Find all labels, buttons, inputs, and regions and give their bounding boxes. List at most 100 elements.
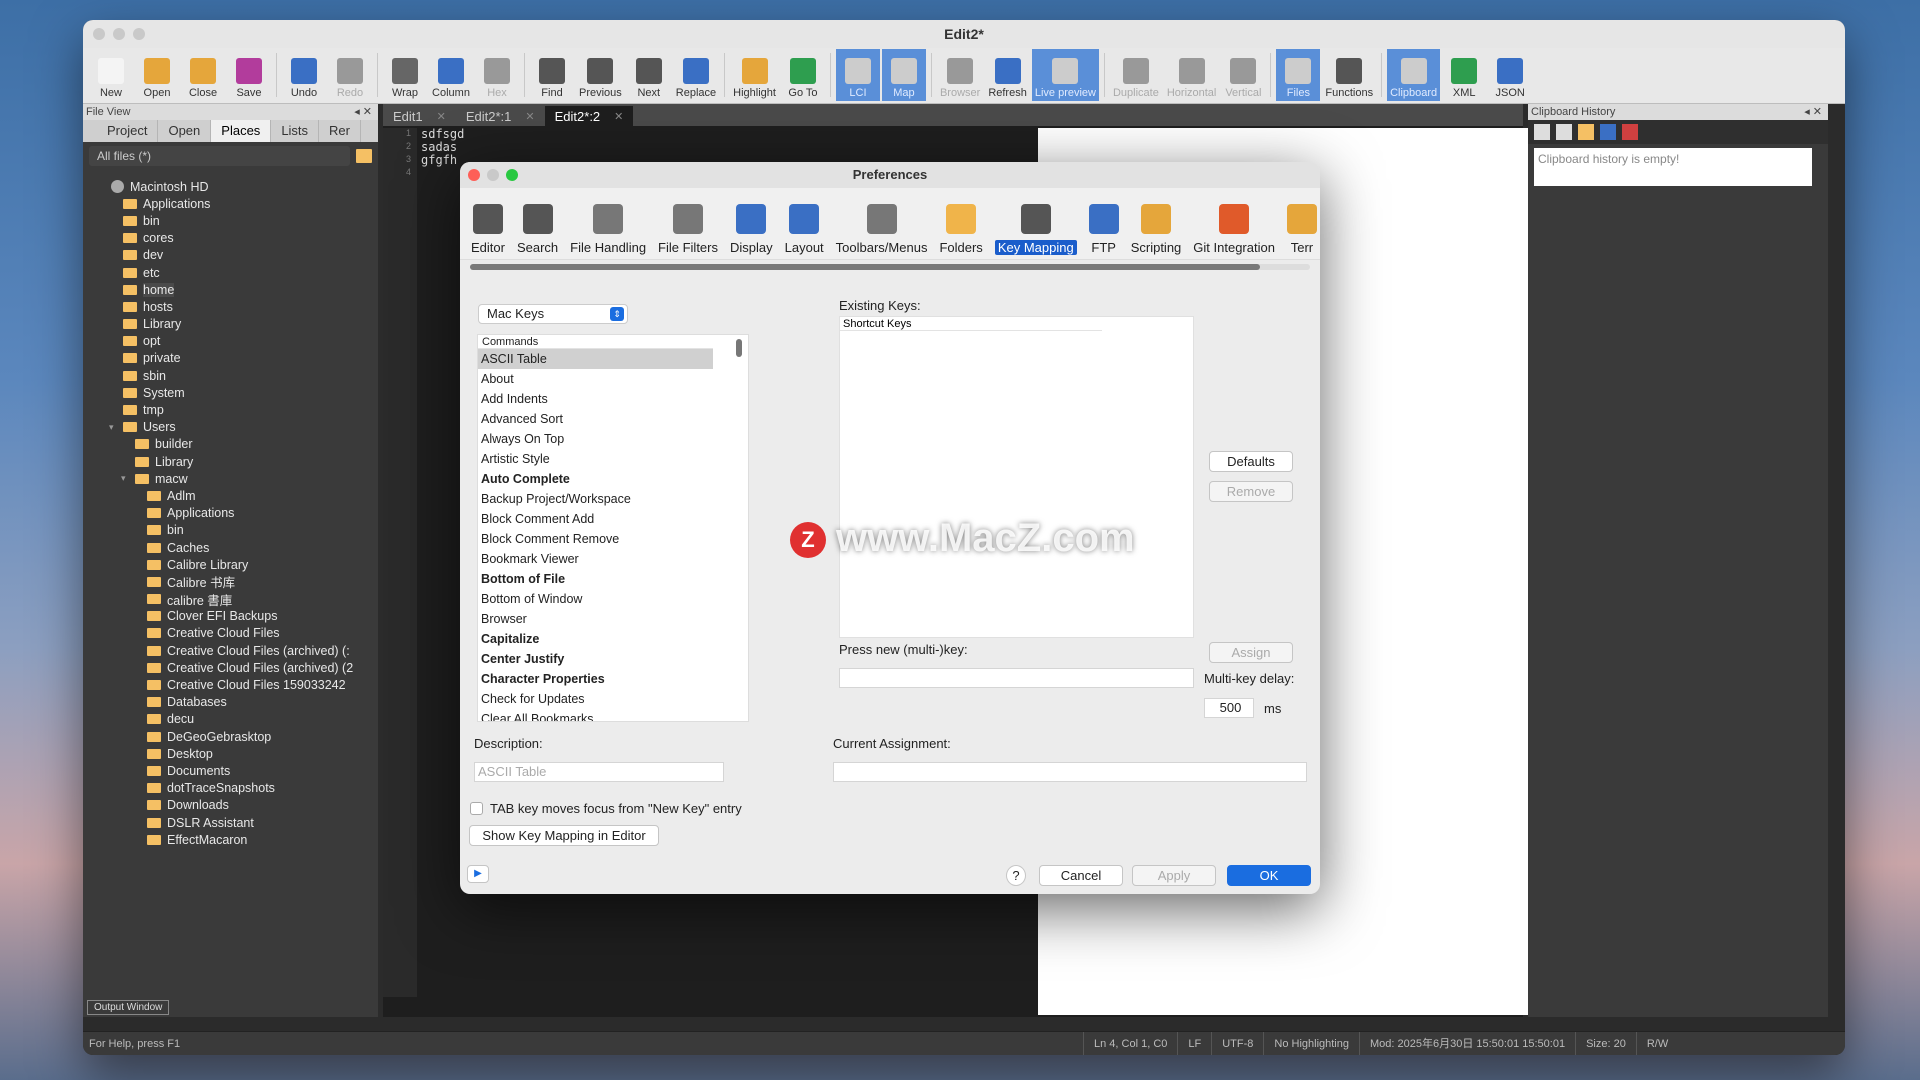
disclosure-icon[interactable]: ▶ — [467, 865, 489, 883]
copy-icon[interactable] — [1534, 124, 1550, 140]
editor-tab[interactable]: Edit1 ✕ — [383, 106, 456, 126]
clear-icon[interactable] — [1622, 124, 1638, 140]
tree-item[interactable]: Caches — [83, 539, 378, 556]
dialog-controls[interactable] — [468, 169, 518, 181]
tree-item[interactable]: tmp — [83, 401, 378, 418]
tree-item[interactable]: Creative Cloud Files 159033242 — [83, 676, 378, 693]
replace-button[interactable]: Replace — [673, 49, 719, 101]
tree-item[interactable]: Creative Cloud Files (archived) (: — [83, 642, 378, 659]
tree-item[interactable]: home — [83, 281, 378, 298]
column-button[interactable]: Column — [429, 49, 473, 101]
command-item[interactable]: Advanced Sort — [478, 409, 748, 429]
tree-item[interactable]: etc — [83, 264, 378, 281]
tree-item[interactable]: Calibre Library — [83, 556, 378, 573]
tree-item[interactable]: decu — [83, 711, 378, 728]
open-button[interactable]: Open — [135, 49, 179, 101]
tree-item[interactable]: dotTraceSnapshots — [83, 780, 378, 797]
tree-item[interactable]: Adlm — [83, 487, 378, 504]
tree-item[interactable]: DSLR Assistant — [83, 814, 378, 831]
help-button[interactable]: ? — [1006, 865, 1026, 886]
tree-item[interactable]: Creative Cloud Files (archived) (2 — [83, 659, 378, 676]
new-button[interactable]: New — [89, 49, 133, 101]
code-line[interactable]: gfgfh — [421, 154, 464, 167]
command-item[interactable]: Backup Project/Workspace — [478, 489, 748, 509]
horizontal-button[interactable]: Horizontal — [1164, 49, 1220, 101]
command-item[interactable]: Auto Complete — [478, 469, 748, 489]
keyset-select[interactable]: Mac Keys ⇕ — [478, 304, 628, 324]
tab-rer[interactable]: Rer — [319, 120, 361, 142]
command-item[interactable]: Artistic Style — [478, 449, 748, 469]
tree-item[interactable]: Downloads — [83, 797, 378, 814]
close-icon[interactable]: ◂ ✕ — [354, 104, 372, 120]
command-item[interactable]: Block Comment Add — [478, 509, 748, 529]
defaults-button[interactable]: Defaults — [1209, 451, 1293, 472]
blue-square-icon[interactable] — [1600, 124, 1616, 140]
close-button[interactable]: Close — [181, 49, 225, 101]
command-item[interactable]: Bottom of File — [478, 569, 748, 589]
folder-icon[interactable] — [1578, 124, 1594, 140]
category-layout[interactable]: Layout — [780, 204, 829, 259]
tree-item[interactable]: Calibre 书库 — [83, 573, 378, 590]
command-item[interactable]: Clear All Bookmarks — [478, 709, 748, 721]
commands-list[interactable]: Commands ASCII Table About Add Indents Adva… — [477, 334, 749, 722]
category-file-filters[interactable]: File Filters — [653, 204, 723, 259]
previous-button[interactable]: Previous — [576, 49, 625, 101]
apply-button[interactable]: Apply — [1132, 865, 1216, 886]
files-button[interactable]: Files — [1276, 49, 1321, 101]
command-item[interactable]: Check for Updates — [478, 689, 748, 709]
command-item[interactable]: Add Indents — [478, 389, 748, 409]
duplicate-button[interactable]: Duplicate — [1110, 49, 1162, 101]
paste-icon[interactable] — [1556, 124, 1572, 140]
tab-project[interactable]: Project — [97, 120, 159, 142]
folder-icon[interactable] — [356, 149, 372, 163]
tree-item[interactable]: System — [83, 384, 378, 401]
tree-item[interactable]: Documents — [83, 762, 378, 779]
disclosure-icon[interactable]: ▾ — [109, 422, 119, 433]
category-ftp[interactable]: FTP — [1084, 204, 1124, 259]
show-key-mapping-button[interactable]: Show Key Mapping in Editor — [469, 825, 659, 846]
command-item[interactable]: Block Comment Remove — [478, 529, 748, 549]
editor-tab[interactable]: Edit2*:2 ✕ — [544, 106, 634, 126]
close-icon[interactable]: ✕ — [437, 110, 446, 123]
category-folders[interactable]: Folders — [934, 204, 987, 259]
ok-button[interactable]: OK — [1227, 865, 1311, 886]
close-icon[interactable]: ✕ — [525, 110, 534, 123]
category-editor[interactable]: Editor — [466, 204, 510, 259]
close-icon[interactable]: ◂ ✕ — [1804, 104, 1822, 120]
highlight-button[interactable]: Highlight — [730, 49, 779, 101]
tree-item[interactable]: Applications — [83, 505, 378, 522]
category-toolbars-menus[interactable]: Toolbars/Menus — [831, 204, 933, 259]
command-item[interactable]: Browser — [478, 609, 748, 629]
cancel-button[interactable]: Cancel — [1039, 865, 1123, 886]
tab-open[interactable]: Open — [158, 120, 212, 142]
existing-keys-list[interactable]: Shortcut Keys — [839, 316, 1194, 638]
redo-button[interactable]: Redo — [328, 49, 372, 101]
category-git-integration[interactable]: Git Integration — [1188, 204, 1280, 259]
tree-item[interactable]: Library — [83, 453, 378, 470]
tree-item[interactable]: hosts — [83, 298, 378, 315]
command-item[interactable]: Always On Top — [478, 429, 748, 449]
category-search[interactable]: Search — [512, 204, 563, 259]
tree-item[interactable]: bin — [83, 212, 378, 229]
json-button[interactable]: JSON — [1488, 49, 1532, 101]
disclosure-icon[interactable]: ▾ — [121, 473, 131, 484]
functions-button[interactable]: Functions — [1322, 49, 1376, 101]
category-file-handling[interactable]: File Handling — [565, 204, 651, 259]
multikey-delay-input[interactable]: 500 — [1204, 698, 1254, 718]
tree-item[interactable]: EffectMacaron — [83, 831, 378, 848]
map-button[interactable]: Map — [881, 49, 926, 101]
commands-scrollbar[interactable] — [736, 339, 742, 357]
category-display[interactable]: Display — [725, 204, 778, 259]
status-mode[interactable]: R/W — [1635, 1031, 1678, 1055]
save-button[interactable]: Save — [227, 49, 271, 101]
status-encoding[interactable]: UTF-8 — [1211, 1031, 1263, 1055]
tree-item[interactable]: calibre 書庫 — [83, 591, 378, 608]
assign-button[interactable]: Assign — [1209, 642, 1293, 663]
tab-places[interactable]: Places — [211, 120, 272, 142]
tree-item[interactable]: Creative Cloud Files — [83, 625, 378, 642]
command-item[interactable]: Bottom of Window — [478, 589, 748, 609]
next-button[interactable]: Next — [627, 49, 671, 101]
command-item[interactable]: Bookmark Viewer — [478, 549, 748, 569]
categories-scrollbar[interactable] — [470, 264, 1310, 270]
lci-button[interactable]: LCI — [835, 49, 880, 101]
